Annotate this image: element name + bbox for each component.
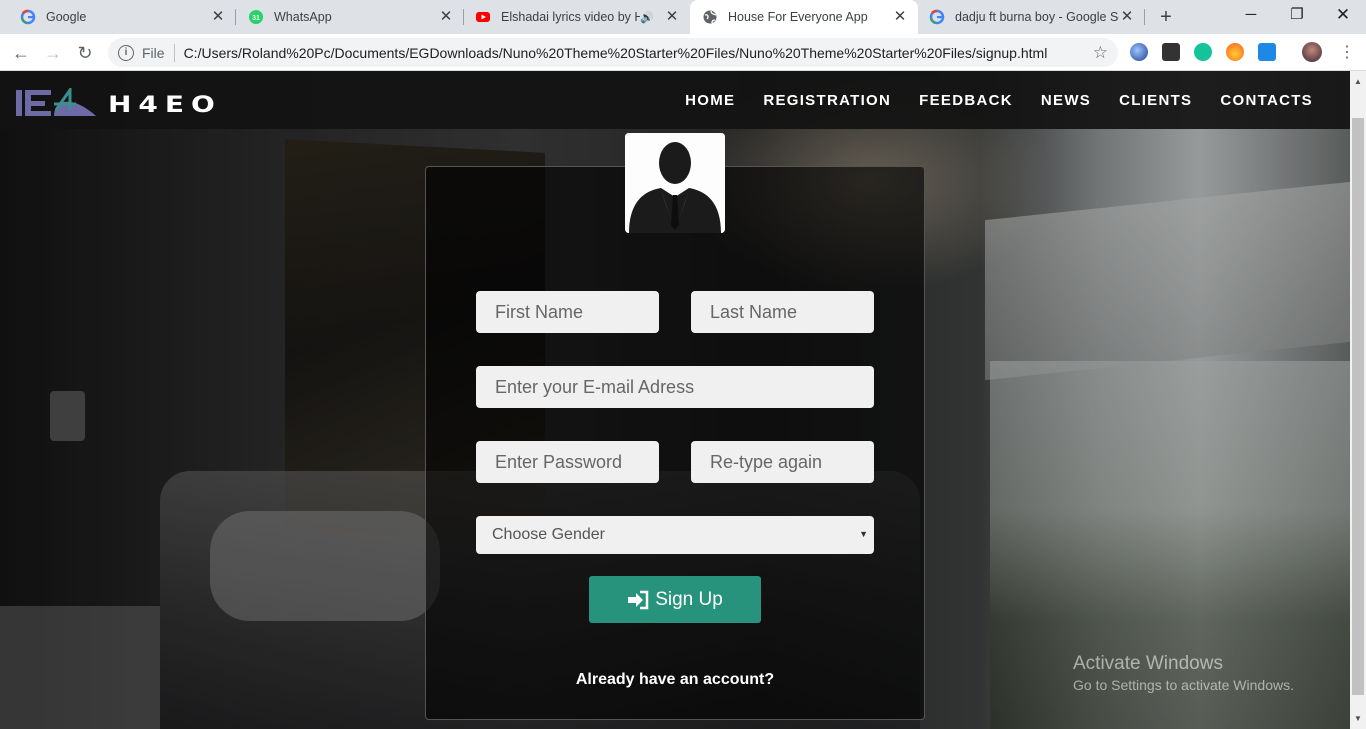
- tab-house-for-everyone[interactable]: House For Everyone App ✕: [690, 0, 918, 34]
- extension-icon[interactable]: [1226, 43, 1244, 61]
- restore-button[interactable]: ❐: [1274, 0, 1320, 30]
- url-text[interactable]: C:/Users/Roland%20Pc/Documents/EGDownloa…: [184, 45, 1093, 61]
- nav-news[interactable]: NEWS: [1041, 92, 1091, 109]
- logo-wordmark: H4EO: [108, 91, 222, 117]
- nav-clients[interactable]: CLIENTS: [1119, 92, 1192, 109]
- main-nav: HOME REGISTRATION FEEDBACK NEWS CLIENTS …: [657, 71, 1313, 129]
- last-name-field[interactable]: [691, 291, 874, 333]
- tab-title: House For Everyone App: [728, 10, 868, 24]
- address-bar[interactable]: i File C:/Users/Roland%20Pc/Documents/EG…: [108, 38, 1118, 67]
- close-icon[interactable]: ✕: [892, 9, 908, 25]
- gender-select[interactable]: Choose Gender ▼: [476, 516, 874, 554]
- url-scheme: File: [142, 44, 165, 61]
- close-icon[interactable]: ✕: [664, 9, 680, 25]
- menu-kebab-icon[interactable]: ⋮: [1334, 40, 1360, 66]
- nav-registration[interactable]: REGISTRATION: [763, 92, 891, 109]
- user-avatar-icon: [625, 133, 725, 233]
- tab-whatsapp[interactable]: 31 WhatsApp ✕: [236, 0, 464, 34]
- forward-button[interactable]: →: [40, 40, 66, 66]
- tab-google[interactable]: Google ✕: [0, 0, 236, 34]
- browser-toolbar: ← → ↻ i File C:/Users/Roland%20Pc/Docume…: [0, 34, 1366, 71]
- scroll-down-icon[interactable]: ▼: [1354, 714, 1362, 723]
- tab-separator: [1144, 9, 1145, 25]
- profile-avatar[interactable]: [1302, 42, 1322, 62]
- close-icon[interactable]: ✕: [1119, 9, 1135, 25]
- nav-contacts[interactable]: CONTACTS: [1220, 92, 1313, 109]
- page-viewport: H4EO HOME REGISTRATION FEEDBACK NEWS CLI…: [0, 71, 1350, 729]
- extension-icon[interactable]: [1162, 43, 1180, 61]
- reload-button[interactable]: ↻: [72, 40, 98, 66]
- speaker-icon[interactable]: 🔊: [640, 11, 654, 24]
- close-icon[interactable]: ✕: [438, 9, 454, 25]
- watermark-title: Activate Windows: [1073, 653, 1223, 674]
- google-icon: [20, 9, 36, 25]
- close-icon[interactable]: ✕: [210, 9, 226, 25]
- tab-title: dadju ft burna boy - Google Se...: [955, 10, 1119, 24]
- new-tab-button[interactable]: +: [1155, 6, 1177, 28]
- nav-home[interactable]: HOME: [685, 92, 735, 109]
- dropdown-caret-icon: ▼: [859, 529, 868, 539]
- info-icon[interactable]: i: [118, 44, 134, 61]
- gender-select-value: Choose Gender: [492, 526, 605, 543]
- svg-text:31: 31: [252, 15, 260, 22]
- google-icon: [929, 9, 945, 25]
- youtube-icon: [475, 9, 491, 25]
- scrollbar-thumb[interactable]: [1352, 118, 1364, 695]
- site-logo[interactable]: H4EO: [16, 88, 222, 120]
- grammarly-icon[interactable]: [1194, 43, 1212, 61]
- scroll-up-icon[interactable]: ▲: [1354, 77, 1362, 86]
- site-header: H4EO HOME REGISTRATION FEEDBACK NEWS CLI…: [0, 71, 1350, 129]
- browser-tab-strip: Google ✕ 31 WhatsApp ✕ Elshadai lyrics v…: [0, 0, 1366, 34]
- login-link[interactable]: Already have an account?: [425, 671, 925, 689]
- back-button[interactable]: ←: [8, 40, 34, 66]
- logo-mark-icon: [16, 88, 96, 116]
- email-field[interactable]: [476, 366, 874, 408]
- retype-password-field[interactable]: [691, 441, 874, 483]
- password-field[interactable]: [476, 441, 659, 483]
- minimize-button[interactable]: ─: [1228, 0, 1274, 30]
- tab-title: WhatsApp: [274, 10, 332, 24]
- sign-up-button[interactable]: Sign Up: [589, 576, 761, 623]
- tab-title: Google: [46, 10, 87, 24]
- tab-title: Elshadai lyrics video by H-...: [501, 10, 641, 24]
- watermark-subtitle: Go to Settings to activate Windows.: [1073, 677, 1294, 693]
- sign-up-label: Sign Up: [655, 588, 723, 610]
- extension-icon[interactable]: [1258, 43, 1276, 61]
- close-window-button[interactable]: ✕: [1320, 0, 1366, 30]
- tab-google-search[interactable]: dadju ft burna boy - Google Se... ✕: [918, 0, 1145, 34]
- bookmark-star-icon[interactable]: ☆: [1093, 43, 1108, 63]
- sign-in-arrow-icon: [627, 590, 649, 610]
- tab-youtube[interactable]: Elshadai lyrics video by H-... 🔊 ✕: [464, 0, 690, 34]
- windows-activation-watermark: Activate Windows Go to Settings to activ…: [1073, 653, 1294, 693]
- page-scrollbar[interactable]: ▲ ▼: [1350, 71, 1366, 729]
- globe-icon: [702, 9, 718, 25]
- first-name-field[interactable]: [476, 291, 659, 333]
- whatsapp-icon: 31: [248, 9, 264, 25]
- extension-icon[interactable]: [1130, 43, 1148, 61]
- nav-feedback[interactable]: FEEDBACK: [919, 92, 1013, 109]
- divider: [173, 43, 175, 62]
